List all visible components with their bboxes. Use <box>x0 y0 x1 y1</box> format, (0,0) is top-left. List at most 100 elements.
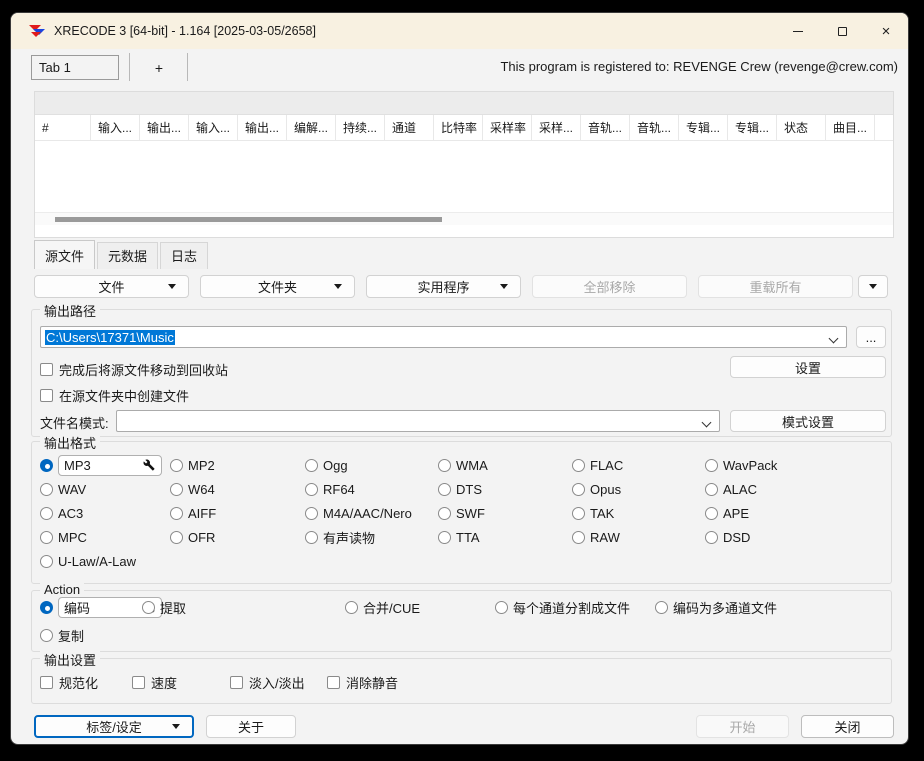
close-button[interactable]: × <box>864 13 908 49</box>
radio-WMA[interactable]: WMA <box>438 455 488 475</box>
scrollbar-thumb[interactable] <box>55 217 442 222</box>
horizontal-scrollbar[interactable] <box>35 212 893 225</box>
browse-button[interactable]: ... <box>856 326 886 348</box>
column-header[interactable]: 输出... <box>140 115 189 140</box>
start-button[interactable]: 开始 <box>696 715 789 738</box>
radio-U-Law/A-Law[interactable]: U-Law/A-Law <box>40 551 136 571</box>
radio-label: 编码为多通道文件 <box>673 598 777 617</box>
filename-pattern-combobox[interactable] <box>116 410 720 432</box>
radio-label: RAW <box>590 530 620 545</box>
checkbox-淡入/淡出[interactable]: 淡入/淡出 <box>230 673 305 691</box>
radio-FLAC[interactable]: FLAC <box>572 455 623 475</box>
radio-TTA[interactable]: TTA <box>438 527 480 547</box>
radio-每个通道分割成文件[interactable]: 每个通道分割成文件 <box>495 597 630 617</box>
more-options-button[interactable] <box>858 275 888 298</box>
radio-WavPack[interactable]: WavPack <box>705 455 777 475</box>
radio-icon <box>305 507 318 520</box>
radio-提取[interactable]: 提取 <box>142 597 186 617</box>
column-header[interactable]: 比特率 <box>434 115 483 140</box>
column-header[interactable]: # <box>35 115 91 140</box>
radio-icon <box>705 507 718 520</box>
radio-MP3[interactable]: MP3 <box>40 455 162 475</box>
column-header[interactable]: 采样率 <box>483 115 532 140</box>
view-tab-日志[interactable]: 日志 <box>160 242 208 269</box>
column-header[interactable]: 持续... <box>336 115 385 140</box>
radio-icon <box>572 483 585 496</box>
radio-icon <box>305 483 318 496</box>
radio-有声读物[interactable]: 有声读物 <box>305 527 375 547</box>
table-body[interactable] <box>35 141 893 212</box>
radio-合并/CUE[interactable]: 合并/CUE <box>345 597 420 617</box>
radio-WAV[interactable]: WAV <box>40 479 86 499</box>
chevron-down-icon <box>829 334 839 344</box>
radio-label: MP2 <box>188 458 215 473</box>
output-path-combobox[interactable]: C:\Users\17371\Music <box>40 326 847 348</box>
radio-RF64[interactable]: RF64 <box>305 479 355 499</box>
maximize-button[interactable] <box>820 13 864 49</box>
column-header[interactable]: 输入... <box>91 115 140 140</box>
radio-ALAC[interactable]: ALAC <box>705 479 757 499</box>
radio-AIFF[interactable]: AIFF <box>170 503 216 523</box>
view-tab-元数据[interactable]: 元数据 <box>97 242 158 269</box>
column-header[interactable]: 曲目... <box>826 115 875 140</box>
radio-编码为多通道文件[interactable]: 编码为多通道文件 <box>655 597 777 617</box>
checkbox-速度[interactable]: 速度 <box>132 673 177 691</box>
recycle-checkbox[interactable]: 完成后将源文件移动到回收站 <box>40 360 228 378</box>
column-header[interactable]: 状态 <box>777 115 826 140</box>
column-header[interactable]: 通道 <box>385 115 434 140</box>
radio-DSD[interactable]: DSD <box>705 527 750 547</box>
pattern-settings-button[interactable]: 模式设置 <box>730 410 886 432</box>
radio-RAW[interactable]: RAW <box>572 527 620 547</box>
radio-label: U-Law/A-Law <box>58 554 136 569</box>
column-header[interactable]: 音轨... <box>630 115 679 140</box>
tags-settings-button[interactable]: 标签/设定 <box>34 715 194 738</box>
tab-1[interactable]: Tab 1 <box>31 55 119 80</box>
radio-AC3[interactable]: AC3 <box>40 503 83 523</box>
radio-Opus[interactable]: Opus <box>572 479 621 499</box>
minimize-button[interactable] <box>776 13 820 49</box>
settings-button[interactable]: 设置 <box>730 356 886 378</box>
checkbox-消除静音[interactable]: 消除静音 <box>327 673 398 691</box>
column-header[interactable]: 编解... <box>287 115 336 140</box>
column-header[interactable]: 专辑... <box>679 115 728 140</box>
radio-label: DTS <box>456 482 482 497</box>
radio-label: 编码 <box>64 598 90 617</box>
radio-label: 每个通道分割成文件 <box>513 598 630 617</box>
radio-复制[interactable]: 复制 <box>40 625 84 645</box>
radio-MP2[interactable]: MP2 <box>170 455 215 475</box>
radio-M4A/AAC/Nero[interactable]: M4A/AAC/Nero <box>305 503 412 523</box>
radio-label: M4A/AAC/Nero <box>323 506 412 521</box>
radio-TAK[interactable]: TAK <box>572 503 614 523</box>
radio-label: FLAC <box>590 458 623 473</box>
recycle-checkbox-label: 完成后将源文件移动到回收站 <box>59 360 228 379</box>
radio-MPC[interactable]: MPC <box>40 527 87 547</box>
radio-Ogg[interactable]: Ogg <box>305 455 348 475</box>
close-dialog-button[interactable]: 关闭 <box>801 715 894 738</box>
radio-APE[interactable]: APE <box>705 503 749 523</box>
column-header[interactable]: 采样... <box>532 115 581 140</box>
checkbox-规范化[interactable]: 规范化 <box>40 673 98 691</box>
radio-DTS[interactable]: DTS <box>438 479 482 499</box>
radio-W64[interactable]: W64 <box>170 479 215 499</box>
about-button[interactable]: 关于 <box>206 715 296 738</box>
toolbar-button-1[interactable]: 文件 <box>34 275 189 298</box>
toolbar-button-2[interactable]: 文件夹 <box>200 275 355 298</box>
output-path-group-label: 输出路径 <box>40 301 100 320</box>
radio-SWF[interactable]: SWF <box>438 503 485 523</box>
column-header[interactable]: 输出... <box>238 115 287 140</box>
column-header[interactable]: 输入... <box>189 115 238 140</box>
radio-label: APE <box>723 506 749 521</box>
view-tab-源文件[interactable]: 源文件 <box>34 240 95 269</box>
output-settings-group: 输出设置 规范化速度淡入/淡出消除静音 <box>31 658 892 704</box>
radio-OFR[interactable]: OFR <box>170 527 215 547</box>
radio-icon <box>170 483 183 496</box>
column-header[interactable]: 音轨... <box>581 115 630 140</box>
radio-label: AIFF <box>188 506 216 521</box>
radio-icon <box>572 507 585 520</box>
source-folder-checkbox[interactable]: 在源文件夹中创建文件 <box>40 386 189 404</box>
configurable-format-box[interactable]: MP3 <box>58 455 162 476</box>
add-tab-button[interactable]: + <box>139 55 179 80</box>
toolbar-button-3[interactable]: 实用程序 <box>366 275 521 298</box>
column-header[interactable]: 专辑... <box>728 115 777 140</box>
radio-icon <box>305 459 318 472</box>
